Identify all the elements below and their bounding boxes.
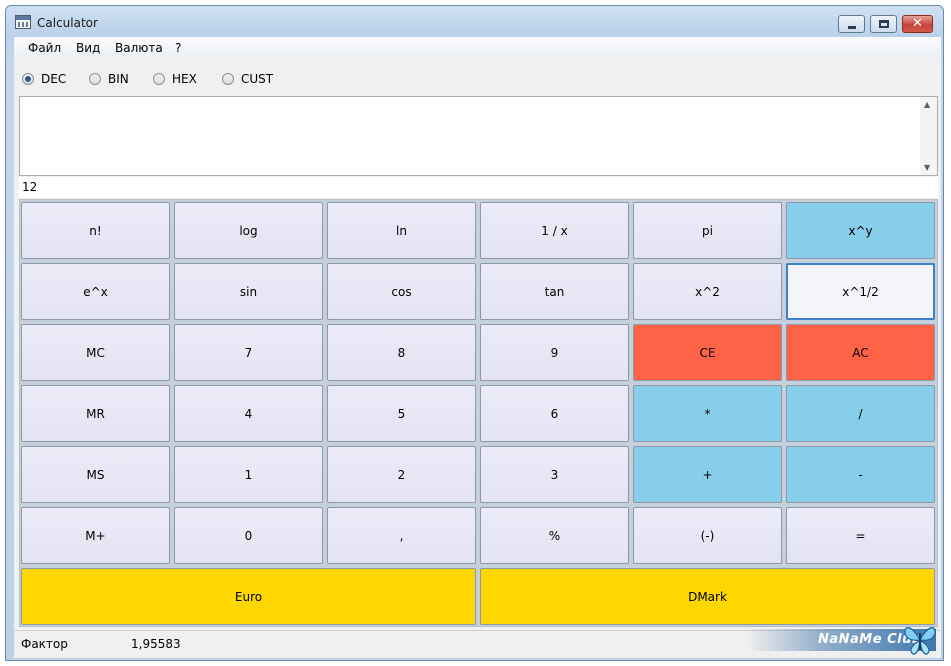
key-tan[interactable]: tan [480,263,629,320]
key-decimal-comma[interactable]: , [327,507,476,564]
key-exp[interactable]: e^x [21,263,170,320]
key-pi[interactable]: pi [633,202,782,259]
key-ln[interactable]: ln [327,202,476,259]
butterfly-icon [904,627,936,655]
result-value: 12 [22,180,38,194]
key-digit-3[interactable]: 3 [480,446,629,503]
display-scrollbar[interactable]: ▲ ▼ [920,97,937,175]
menu-currency[interactable]: Валюта [115,41,163,55]
key-add[interactable]: + [633,446,782,503]
menu-file[interactable]: Файл [28,41,61,55]
key-log[interactable]: log [174,202,323,259]
key-cos[interactable]: cos [327,263,476,320]
key-digit-8[interactable]: 8 [327,324,476,381]
radio-hex-indicator[interactable] [153,73,165,85]
factor-value: 1,95583 [131,637,181,651]
key-dmark[interactable]: DMark [480,568,935,625]
radio-cust-label: CUST [241,72,274,86]
radio-dec-label: DEC [41,72,67,86]
key-memory-add[interactable]: M+ [21,507,170,564]
key-multiply[interactable]: * [633,385,782,442]
result-field[interactable]: 12 [19,177,938,198]
key-percent[interactable]: % [480,507,629,564]
close-icon: ✕ [912,16,923,31]
key-digit-6[interactable]: 6 [480,385,629,442]
calculator-window: Calculator ✕ Файл Вид Валюта ? DEC BIN H… [5,5,944,661]
key-all-clear[interactable]: AC [786,324,935,381]
key-digit-2[interactable]: 2 [327,446,476,503]
factor-label: Фактор [21,637,68,651]
key-factorial[interactable]: n! [21,202,170,259]
minimize-button[interactable] [838,15,865,33]
key-memory-recall[interactable]: MR [21,385,170,442]
radio-hex-label: HEX [172,72,197,86]
key-square-root[interactable]: x^1/2 [786,263,935,320]
title-bar[interactable]: Calculator ✕ [6,6,943,36]
minimize-icon [848,26,856,29]
key-digit-4[interactable]: 4 [174,385,323,442]
key-clear-entry[interactable]: CE [633,324,782,381]
radio-bin-indicator[interactable] [89,73,101,85]
radio-dec-indicator[interactable] [22,73,34,85]
maximize-button[interactable] [870,15,897,33]
scroll-down-icon[interactable]: ▼ [924,163,930,172]
key-subtract[interactable]: - [786,446,935,503]
menu-view[interactable]: Вид [76,41,100,55]
window-title: Calculator [37,16,98,30]
key-equals[interactable]: = [786,507,935,564]
scroll-up-icon[interactable]: ▲ [924,100,930,109]
key-digit-7[interactable]: 7 [174,324,323,381]
key-digit-5[interactable]: 5 [327,385,476,442]
expression-display[interactable]: ▲ ▼ [19,96,938,176]
key-memory-clear[interactable]: MC [21,324,170,381]
key-negate[interactable]: (-) [633,507,782,564]
maximize-icon [879,20,889,28]
key-sin[interactable]: sin [174,263,323,320]
calculator-app-icon [15,15,31,29]
client-area: Файл Вид Валюта ? DEC BIN HEX CUST ▲ ▼ 1… [14,37,941,658]
menu-help[interactable]: ? [175,41,181,55]
menu-bar: Файл Вид Валюта ? [14,37,941,59]
close-button[interactable]: ✕ [902,15,933,33]
key-divide[interactable]: / [786,385,935,442]
key-power[interactable]: x^y [786,202,935,259]
key-reciprocal[interactable]: 1 / x [480,202,629,259]
key-euro[interactable]: Euro [21,568,476,625]
radio-bin-label: BIN [108,72,129,86]
keypad: n! log ln 1 / x pi x^y e^x sin cos tan x… [19,199,938,627]
radio-cust-indicator[interactable] [222,73,234,85]
key-digit-0[interactable]: 0 [174,507,323,564]
key-digit-9[interactable]: 9 [480,324,629,381]
key-square[interactable]: x^2 [633,263,782,320]
watermark: NaNaMe Club [746,623,942,657]
number-base-selector: DEC BIN HEX CUST [14,63,941,93]
key-digit-1[interactable]: 1 [174,446,323,503]
key-memory-store[interactable]: MS [21,446,170,503]
